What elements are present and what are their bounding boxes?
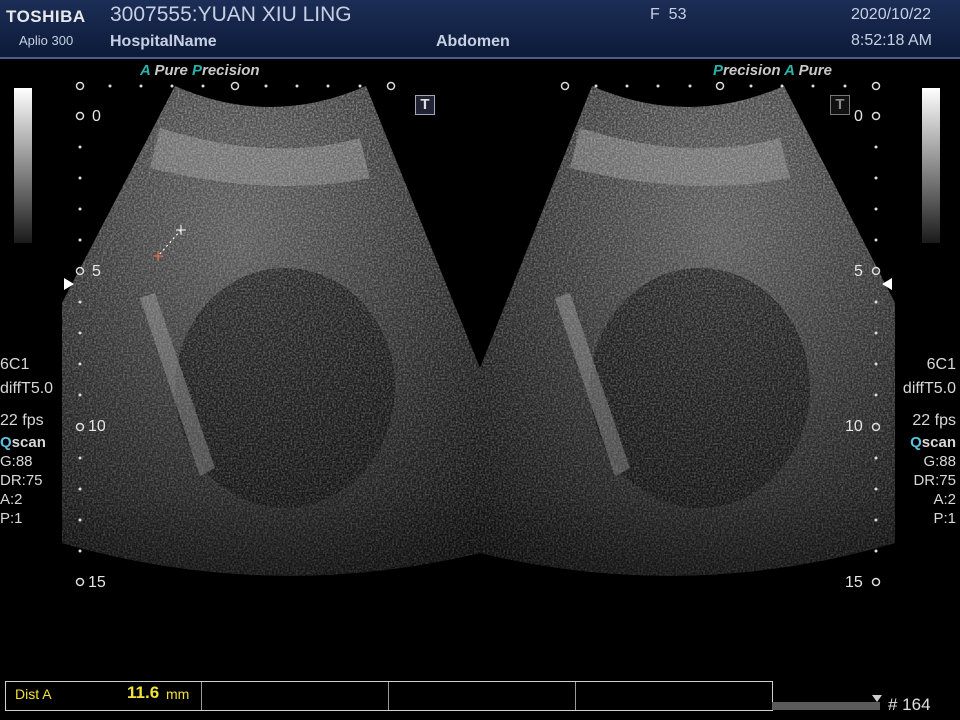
- ultrasound-image: [62, 81, 895, 587]
- cine-progress-bar[interactable]: [772, 702, 880, 710]
- precision-p: P: [713, 62, 724, 79]
- gain-value: G:88: [923, 453, 956, 470]
- right-image-sector: [480, 86, 895, 576]
- cine-position-icon[interactable]: [872, 695, 882, 703]
- measurement-cell-empty-2: [389, 682, 576, 710]
- header-bar: TOSHIBA Aplio 300 3007555:YUAN XIU LING …: [0, 0, 960, 59]
- brand-logo: TOSHIBA: [6, 7, 86, 26]
- exam-preset: Abdomen: [436, 33, 510, 50]
- right-depth-15: 15: [845, 574, 863, 591]
- apure-a: A: [784, 62, 795, 79]
- measurement-results-bar: Dist A 11.6 mm: [5, 681, 773, 711]
- a-value: A:2: [0, 491, 23, 508]
- precision-p: P: [191, 62, 202, 79]
- exam-time: 8:52:18 AM: [851, 32, 932, 49]
- qscan-q: Q: [0, 434, 12, 451]
- measurement-value: 11.6: [127, 683, 160, 702]
- right-grayscale-bar: [922, 88, 940, 243]
- left-parameter-panel: 6C1 diffT5.0 22 fps Qscan G:88 DR:75 A:2…: [0, 354, 53, 528]
- measurement-unit: mm: [166, 686, 190, 702]
- right-parameter-panel: 6C1 diffT5.0 22 fps Qscan G:88 DR:75 A:2…: [903, 354, 956, 528]
- left-depth-15: 15: [88, 574, 106, 591]
- measurement-label: Dist A: [15, 686, 52, 702]
- right-depth-5: 5: [854, 263, 863, 280]
- p-value: P:1: [0, 510, 23, 527]
- model-name: Aplio 300: [19, 33, 74, 48]
- apure-a: A: [140, 62, 151, 79]
- patient-id-name: 3007555:YUAN XIU LING: [110, 3, 352, 26]
- frame-rate: 22 fps: [0, 412, 44, 429]
- dynamic-range-value: DR:75: [0, 472, 43, 489]
- left-grayscale-bar: [14, 88, 32, 243]
- exam-date: 2020/10/22: [851, 6, 932, 23]
- qscan-q: Q: [910, 434, 922, 451]
- left-depth-10: 10: [88, 418, 106, 435]
- patient-sex-age: F 53: [650, 6, 687, 23]
- apure-pure: Pure: [154, 62, 188, 79]
- right-active-image-toggle[interactable]: T: [830, 95, 850, 115]
- qscan-label: Qscan: [903, 433, 956, 452]
- gain-value: G:88: [0, 453, 33, 470]
- qscan-label: Qscan: [0, 433, 53, 452]
- right-processing-label: Precision A Pure: [713, 62, 832, 79]
- a-value: A:2: [933, 491, 956, 508]
- apure-pure: Pure: [798, 62, 832, 79]
- left-image-sector: [62, 86, 480, 576]
- precision-rest: recision: [202, 62, 260, 79]
- left-depth-0: 0: [92, 108, 101, 125]
- measurement-cell-empty-3: [576, 682, 771, 710]
- left-active-image-toggle[interactable]: T: [415, 95, 435, 115]
- right-depth-0: 0: [854, 108, 863, 125]
- qscan-rest: scan: [11, 434, 46, 451]
- imaging-mode: diffT5.0: [0, 380, 54, 397]
- left-depth-5: 5: [92, 263, 101, 280]
- right-depth-10: 10: [845, 418, 863, 435]
- measurement-cell-empty-1: [202, 682, 389, 710]
- left-processing-label: A Pure Precision: [140, 62, 260, 79]
- top-scale-markers: [75, 81, 881, 91]
- probe-name: 6C1: [0, 356, 30, 373]
- hospital-name: HospitalName: [110, 33, 217, 50]
- dynamic-range-value: DR:75: [913, 472, 956, 489]
- qscan-rest: scan: [921, 434, 956, 451]
- measurement-cell-dist-a[interactable]: Dist A 11.6 mm: [6, 682, 202, 710]
- frame-rate: 22 fps: [912, 412, 956, 429]
- frame-number: # 164: [888, 695, 931, 714]
- probe-name: 6C1: [926, 356, 956, 373]
- precision-rest: recision: [723, 62, 781, 79]
- p-value: P:1: [933, 510, 956, 527]
- imaging-mode: diffT5.0: [902, 380, 956, 397]
